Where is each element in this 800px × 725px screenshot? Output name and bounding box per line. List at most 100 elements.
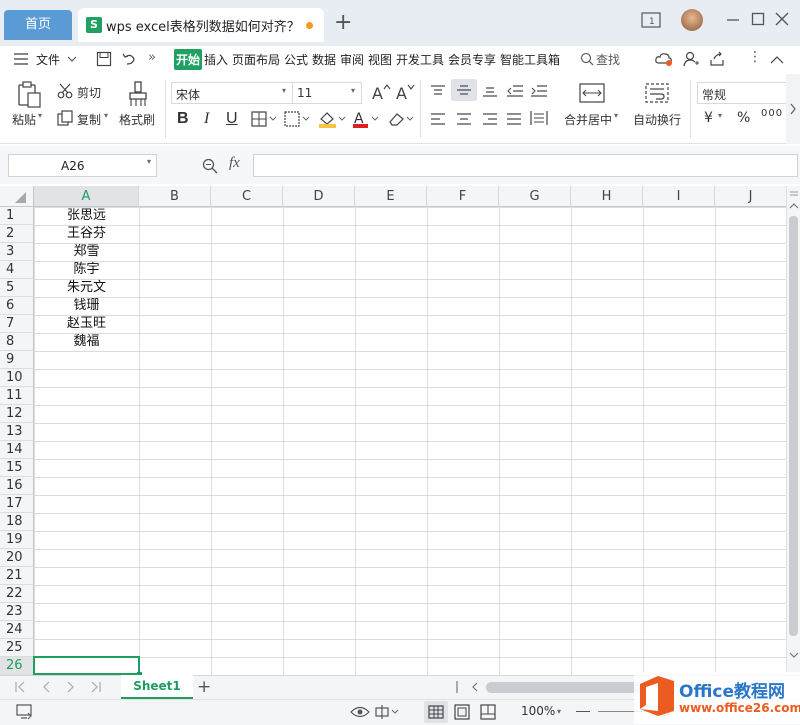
decrease-indent-icon[interactable] <box>506 84 524 98</box>
cell-A8[interactable]: 魏福 <box>34 333 139 351</box>
fill-pattern-icon[interactable] <box>284 111 310 127</box>
zoom-formula-icon[interactable] <box>202 158 218 174</box>
horizontal-scroll-thumb[interactable] <box>486 682 646 693</box>
sheet-tab[interactable]: Sheet1 <box>121 675 193 699</box>
save-icon[interactable] <box>96 51 112 67</box>
font-name-select[interactable]: 宋体 ▾ <box>171 82 293 104</box>
row-header-26[interactable]: 26 <box>0 657 34 675</box>
screen-settings-icon[interactable] <box>16 704 34 720</box>
active-cell[interactable] <box>33 656 142 675</box>
spreadsheet-grid[interactable]: ABCDEFGHIJ 1 2 3 4 5 6 7 8 9 10 11 12 13 14 15 16 17 18 19… <box>0 186 786 675</box>
zoom-dropdown-icon[interactable]: ▾ <box>557 707 561 716</box>
add-sheet-button[interactable]: + <box>197 677 211 697</box>
normal-view-button[interactable] <box>424 701 448 723</box>
clear-format-icon[interactable] <box>387 111 415 127</box>
number-format-select[interactable]: 常规 <box>697 82 786 104</box>
file-menu[interactable]: 文件 <box>36 51 60 68</box>
align-left-icon[interactable] <box>430 112 446 126</box>
merge-center-icon[interactable] <box>579 83 605 103</box>
row-header-2[interactable]: 2 <box>0 225 34 243</box>
ribbon-tab-0[interactable]: 开始 <box>176 51 200 68</box>
row-header-13[interactable]: 13 <box>0 423 34 441</box>
window-layout-icon[interactable]: 1 <box>641 12 661 28</box>
copy-dropdown-icon[interactable]: ▾ <box>104 111 108 120</box>
undo-icon[interactable] <box>121 51 137 67</box>
chevron-down-icon[interactable] <box>67 56 77 63</box>
row-header-10[interactable]: 10 <box>0 369 34 387</box>
column-header-I[interactable]: I <box>643 186 715 207</box>
insert-function-icon[interactable]: fx <box>229 155 240 172</box>
cloud-sync-icon[interactable] <box>655 51 673 67</box>
avatar[interactable] <box>681 9 703 31</box>
percent-format-icon[interactable]: % <box>737 110 750 126</box>
collaborate-icon[interactable] <box>683 51 699 67</box>
column-header-H[interactable]: H <box>571 186 643 207</box>
currency-format-icon[interactable]: ¥ <box>704 110 713 126</box>
cell-A7[interactable]: 赵玉旺 <box>34 315 139 333</box>
cell-A3[interactable]: 郑雪 <box>34 243 139 261</box>
ribbon-tab-4[interactable]: 数据 <box>312 51 336 68</box>
row-header-15[interactable]: 15 <box>0 459 34 477</box>
row-header-22[interactable]: 22 <box>0 585 34 603</box>
format-painter-button[interactable]: 格式刷 <box>119 111 155 128</box>
zoom-level[interactable]: 100% <box>521 704 555 718</box>
ribbon-tab-7[interactable]: 开发工具 <box>396 51 444 68</box>
align-right-icon[interactable] <box>482 112 498 126</box>
row-header-6[interactable]: 6 <box>0 297 34 315</box>
distributed-align-icon[interactable] <box>530 110 548 126</box>
paste-dropdown-icon[interactable]: ▾ <box>38 111 42 120</box>
row-header-5[interactable]: 5 <box>0 279 34 297</box>
split-handle[interactable] <box>456 681 458 693</box>
ribbon-tab-9[interactable]: 智能工具箱 <box>500 51 560 68</box>
cut-button[interactable]: 剪切 <box>77 84 101 101</box>
column-header-E[interactable]: E <box>355 186 427 207</box>
row-header-18[interactable]: 18 <box>0 513 34 531</box>
column-header-D[interactable]: D <box>283 186 355 207</box>
borders-icon[interactable] <box>251 111 277 127</box>
row-header-7[interactable]: 7 <box>0 315 34 333</box>
page-break-view-icon[interactable] <box>480 704 496 720</box>
increase-indent-icon[interactable] <box>530 84 548 98</box>
fill-color-icon[interactable] <box>318 110 346 128</box>
row-header-24[interactable]: 24 <box>0 621 34 639</box>
column-header-A[interactable]: A <box>34 186 139 207</box>
formula-input[interactable] <box>253 154 798 177</box>
vertical-scrollbar[interactable] <box>786 186 800 675</box>
column-header-B[interactable]: B <box>139 186 211 207</box>
wrap-text-button[interactable]: 自动换行 <box>633 111 681 128</box>
row-header-8[interactable]: 8 <box>0 333 34 351</box>
select-all-corner[interactable] <box>0 186 34 207</box>
column-header-C[interactable]: C <box>211 186 283 207</box>
last-sheet-icon[interactable] <box>90 681 102 693</box>
first-sheet-icon[interactable] <box>14 681 26 693</box>
row-header-14[interactable]: 14 <box>0 441 34 459</box>
thousands-format-icon[interactable]: 000 <box>761 108 783 119</box>
page-layout-view-icon[interactable] <box>454 704 470 720</box>
ribbon-tab-6[interactable]: 视图 <box>368 51 392 68</box>
column-header-J[interactable]: J <box>715 186 786 207</box>
bold-icon[interactable]: B <box>177 110 189 128</box>
align-center-icon[interactable] <box>456 112 472 126</box>
align-top-icon[interactable] <box>430 84 446 98</box>
prev-sheet-icon[interactable] <box>40 681 52 693</box>
currency-dropdown-icon[interactable]: ▾ <box>718 111 722 120</box>
ribbon-tab-1[interactable]: 插入 <box>204 51 228 68</box>
align-middle-button[interactable] <box>451 79 477 101</box>
document-tab[interactable]: S wps excel表格列数据如何对齐？ <box>78 8 324 42</box>
paste-icon[interactable] <box>17 81 43 109</box>
column-header-G[interactable]: G <box>499 186 571 207</box>
share-icon[interactable] <box>709 51 725 67</box>
hamburger-icon[interactable] <box>14 53 28 65</box>
wrap-text-icon[interactable] <box>645 83 669 103</box>
cross-hair-icon[interactable] <box>375 704 399 720</box>
increase-font-size-icon[interactable]: A <box>371 83 391 101</box>
font-color-icon[interactable]: A <box>352 110 380 128</box>
row-header-12[interactable]: 12 <box>0 405 34 423</box>
cell-A5[interactable]: 朱元文 <box>34 279 139 297</box>
paste-button[interactable]: 粘贴 <box>12 111 36 128</box>
justify-icon[interactable] <box>506 112 522 126</box>
cell-A4[interactable]: 陈宇 <box>34 261 139 279</box>
new-tab-button[interactable]: + <box>334 12 352 34</box>
row-header-17[interactable]: 17 <box>0 495 34 513</box>
ribbon-tab-8[interactable]: 会员专享 <box>448 51 496 68</box>
